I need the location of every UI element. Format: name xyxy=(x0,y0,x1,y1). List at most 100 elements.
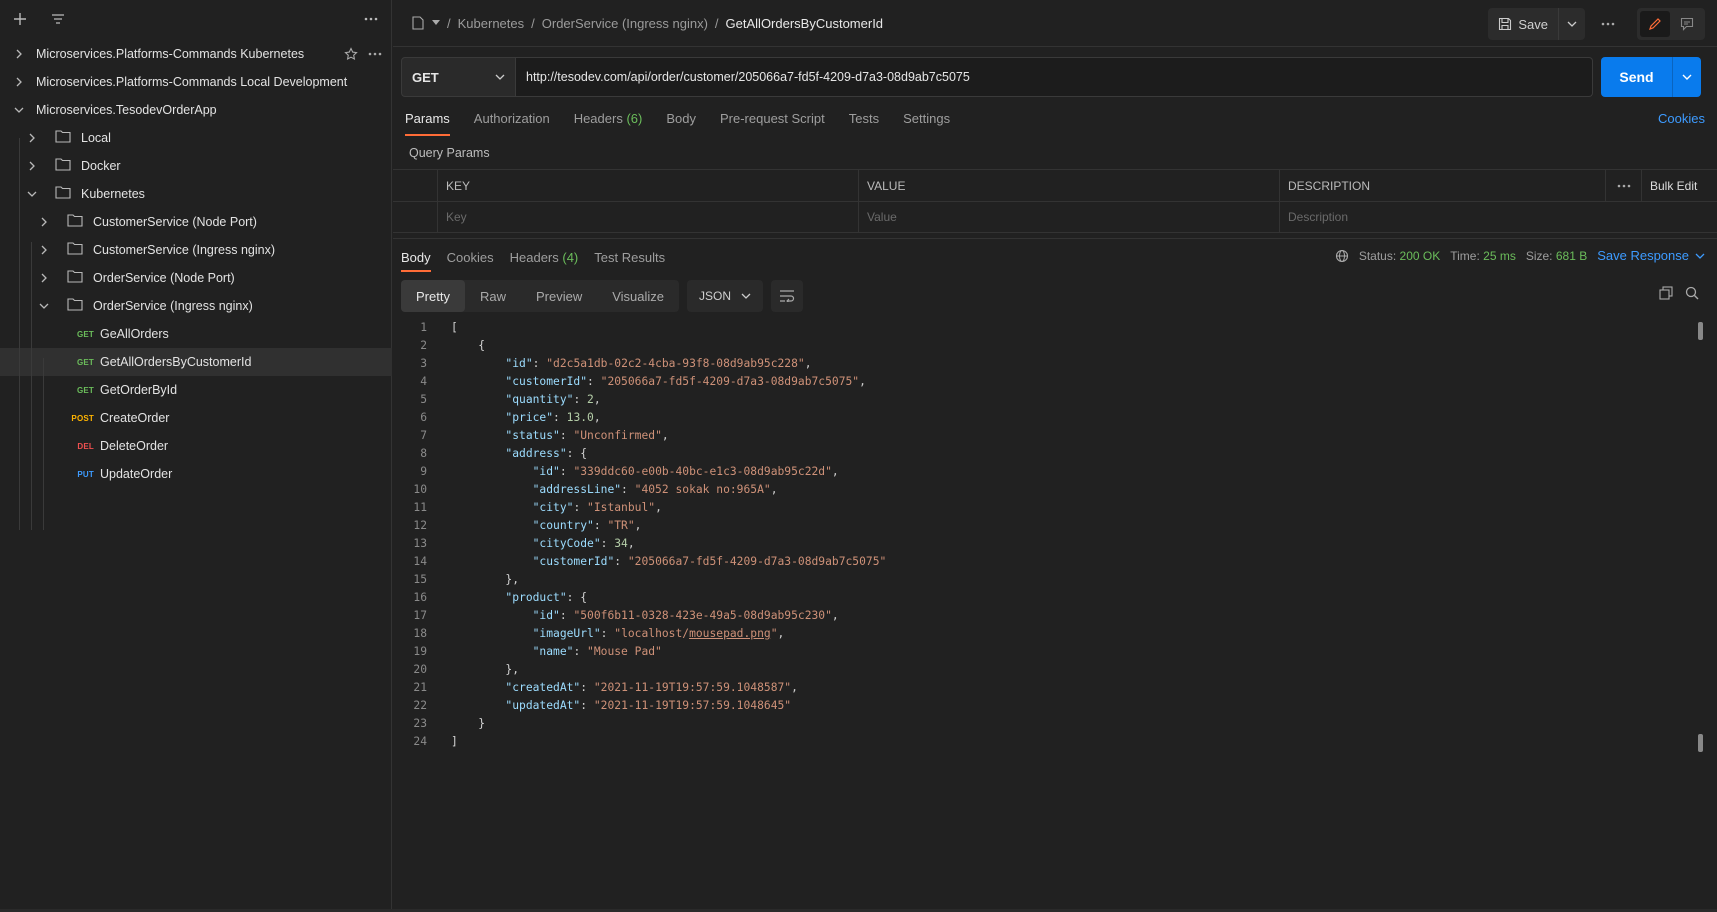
cookies-link[interactable]: Cookies xyxy=(1658,111,1705,126)
chevron-right-icon[interactable] xyxy=(35,269,53,287)
line-number: 13 xyxy=(413,537,427,550)
method-badge: GET xyxy=(76,385,94,395)
more-options-icon[interactable] xyxy=(361,9,381,29)
scrollbar-thumb[interactable] xyxy=(1698,734,1703,752)
line-number: 16 xyxy=(413,591,427,604)
tab-authorization[interactable]: Authorization xyxy=(474,108,550,136)
collection-item[interactable]: Microservices.Platforms-Commands Kuberne… xyxy=(0,40,392,68)
chevron-down-icon[interactable] xyxy=(35,297,53,315)
tab-prerequest-script[interactable]: Pre-request Script xyxy=(720,108,825,136)
folder-item[interactable]: OrderService (Node Port) xyxy=(0,264,392,292)
request-item[interactable]: DEL DeleteOrder xyxy=(0,432,392,460)
tree-guide xyxy=(43,358,44,530)
line-number: 14 xyxy=(413,555,427,568)
folder-item[interactable]: CustomerService (Node Port) xyxy=(0,208,392,236)
globe-icon[interactable] xyxy=(1335,249,1349,263)
tab-response-cookies[interactable]: Cookies xyxy=(447,247,494,265)
code-line: 18 "imageUrl": "localhost/mousepad.png", xyxy=(393,627,1693,645)
chevron-right-icon[interactable] xyxy=(23,157,41,175)
collection-item[interactable]: Microservices.TesodevOrderApp xyxy=(0,96,392,124)
line-number: 6 xyxy=(420,411,427,424)
chevron-right-icon[interactable] xyxy=(35,241,53,259)
description-input[interactable]: Description xyxy=(1279,202,1717,232)
line-number: 1 xyxy=(420,321,427,334)
comment-icon[interactable] xyxy=(1672,11,1702,37)
url-input[interactable]: http://tesodev.com/api/order/customer/20… xyxy=(516,57,1593,97)
folder-item[interactable]: OrderService (Ingress nginx) xyxy=(0,292,392,320)
breadcrumb-kubernetes[interactable]: Kubernetes xyxy=(458,16,525,31)
request-item[interactable]: GET GeAllOrders xyxy=(0,320,392,348)
plus-icon[interactable] xyxy=(10,9,30,29)
main-panel: / Kubernetes / OrderService (Ingress ngi… xyxy=(393,0,1717,912)
view-preview[interactable]: Preview xyxy=(521,280,597,312)
folder-item[interactable]: Local xyxy=(0,124,392,152)
request-item[interactable]: GET GetAllOrdersByCustomerId xyxy=(0,348,392,376)
key-input[interactable]: Key xyxy=(437,202,858,232)
json-url-link[interactable]: mousepad.png xyxy=(689,627,771,640)
format-value: JSON xyxy=(699,289,732,303)
folder-item[interactable]: Kubernetes xyxy=(0,180,392,208)
more-options-icon[interactable] xyxy=(368,47,382,61)
view-raw[interactable]: Raw xyxy=(465,280,521,312)
request-item[interactable]: PUT UpdateOrder xyxy=(0,460,392,488)
folder-icon xyxy=(67,241,85,259)
chevron-right-icon[interactable] xyxy=(35,213,53,231)
breadcrumb-current[interactable]: GetAllOrdersByCustomerId xyxy=(726,16,884,31)
collection-item[interactable]: Microservices.Platforms-Commands Local D… xyxy=(0,68,392,96)
tab-settings[interactable]: Settings xyxy=(903,108,950,136)
copy-icon[interactable] xyxy=(1659,286,1673,300)
request-name: CreateOrder xyxy=(100,411,170,425)
json-value: "4052 sokak no:965A" xyxy=(634,483,771,496)
tab-response-body[interactable]: Body xyxy=(401,247,431,272)
wrap-lines-icon[interactable] xyxy=(771,280,804,312)
tab-tests[interactable]: Tests xyxy=(849,108,879,136)
view-visualize[interactable]: Visualize xyxy=(597,280,679,312)
bulk-edit-button[interactable]: Bulk Edit xyxy=(1641,170,1717,201)
star-icon[interactable] xyxy=(344,47,358,61)
chevron-down-icon[interactable] xyxy=(1559,20,1585,28)
save-button[interactable]: Save xyxy=(1488,8,1585,40)
format-select[interactable]: JSON xyxy=(687,280,764,312)
request-item[interactable]: GET GetOrderById xyxy=(0,376,392,404)
line-number: 17 xyxy=(413,609,427,622)
request-item[interactable]: POST CreateOrder xyxy=(0,404,392,432)
chevron-down-icon[interactable] xyxy=(10,101,28,119)
chevron-right-icon[interactable] xyxy=(10,73,28,91)
save-main[interactable]: Save xyxy=(1488,8,1559,40)
more-options-icon[interactable] xyxy=(1593,8,1623,40)
pencil-icon[interactable] xyxy=(1640,11,1670,37)
search-icon[interactable] xyxy=(1685,286,1699,300)
request-name: DeleteOrder xyxy=(100,439,169,453)
chevron-right-icon[interactable] xyxy=(23,129,41,147)
collection-name: Microservices.Platforms-Commands Kuberne… xyxy=(36,47,305,61)
method-select[interactable]: GET xyxy=(401,57,516,97)
code-line: 16 "product": { xyxy=(393,591,1693,609)
chevron-right-icon[interactable] xyxy=(10,45,28,63)
send-button[interactable]: Send xyxy=(1601,57,1701,97)
value-input[interactable]: Value xyxy=(858,202,1279,232)
tab-response-headers[interactable]: Headers (4) xyxy=(510,247,579,265)
tab-body[interactable]: Body xyxy=(666,108,696,136)
tab-params[interactable]: Params xyxy=(405,108,450,136)
breadcrumb-separator: / xyxy=(714,15,719,31)
folder-item[interactable]: Docker xyxy=(0,152,392,180)
json-value: "TR" xyxy=(607,519,635,532)
sidebar-filter-input[interactable] xyxy=(82,7,351,31)
request-header: / Kubernetes / OrderService (Ingress ngi… xyxy=(393,0,1717,47)
chevron-down-icon[interactable] xyxy=(23,185,41,203)
tab-test-results[interactable]: Test Results xyxy=(594,247,665,265)
view-pretty[interactable]: Pretty xyxy=(401,280,465,312)
filter-icon[interactable] xyxy=(48,9,68,29)
chevron-down-icon[interactable] xyxy=(1673,57,1701,97)
tree-guide xyxy=(19,138,20,530)
chevron-down-icon[interactable] xyxy=(432,20,440,26)
scrollbar-thumb[interactable] xyxy=(1698,322,1703,340)
code-line: 17 "id": "500f6b11-0328-423e-49a5-08d9ab… xyxy=(393,609,1693,627)
json-key: "id" xyxy=(505,357,533,370)
folder-item[interactable]: CustomerService (Ingress nginx) xyxy=(0,236,392,264)
breadcrumb-folder[interactable]: OrderService (Ingress nginx) xyxy=(542,16,708,31)
code-line: 7 "status": "Unconfirmed", xyxy=(393,429,1693,447)
tab-headers[interactable]: Headers (6) xyxy=(574,108,643,136)
save-response-button[interactable]: Save Response xyxy=(1597,248,1705,263)
more-options-icon[interactable] xyxy=(1605,170,1641,201)
